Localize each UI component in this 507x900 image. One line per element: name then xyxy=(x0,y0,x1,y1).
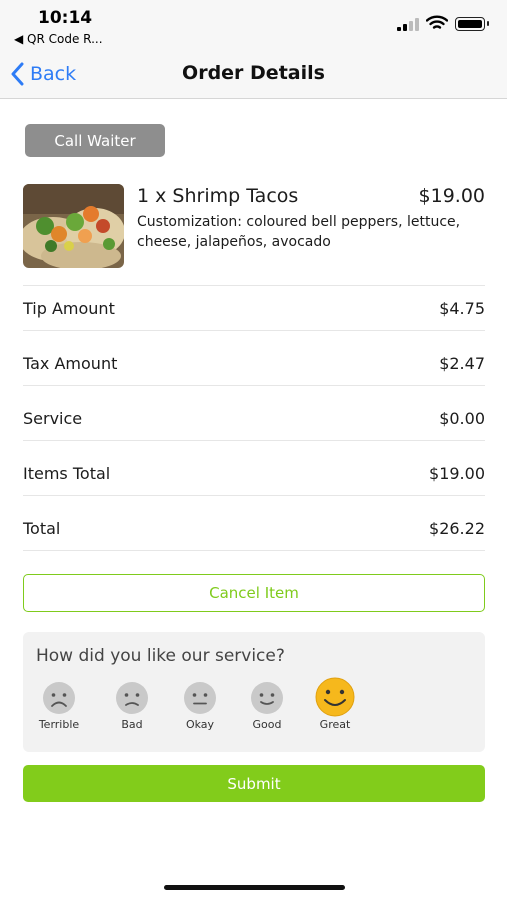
tip-amount-value: $4.75 xyxy=(439,299,485,318)
items-total-value: $19.00 xyxy=(429,464,485,483)
tax-amount-label: Tax Amount xyxy=(23,354,118,373)
total-value: $26.22 xyxy=(429,519,485,538)
good-face-icon xyxy=(251,682,283,714)
tax-amount-row: Tax Amount $2.47 xyxy=(23,330,485,386)
rating-terrible[interactable]: Terrible xyxy=(31,681,87,731)
item-price: $19.00 xyxy=(418,185,485,207)
cellular-signal-icon xyxy=(397,17,421,31)
service-value: $0.00 xyxy=(439,409,485,428)
call-waiter-button[interactable]: Call Waiter xyxy=(25,124,165,157)
cancel-item-button[interactable]: Cancel Item xyxy=(23,574,485,612)
feedback-question: How did you like our service? xyxy=(36,646,285,666)
okay-face-icon xyxy=(184,682,216,714)
rating-label: Bad xyxy=(121,718,143,731)
rating-label: Good xyxy=(252,718,282,731)
rating-great[interactable]: Great xyxy=(307,677,363,731)
page-title: Order Details xyxy=(182,62,325,84)
total-label: Total xyxy=(23,519,61,538)
total-row: Total $26.22 xyxy=(23,495,485,551)
nav-bar: Back Order Details xyxy=(0,52,507,99)
rating-label: Terrible xyxy=(38,718,80,731)
feedback-panel: How did you like our service? Terrible B… xyxy=(23,632,485,752)
great-face-icon xyxy=(315,677,355,717)
items-total-label: Items Total xyxy=(23,464,111,483)
rating-label: Great xyxy=(319,718,351,731)
battery-icon xyxy=(455,17,489,31)
tip-amount-label: Tip Amount xyxy=(23,299,115,318)
item-photo xyxy=(23,184,124,268)
terrible-face-icon xyxy=(43,682,75,714)
service-label: Service xyxy=(23,409,83,428)
rating-okay[interactable]: Okay xyxy=(172,681,228,731)
bad-face-icon xyxy=(116,682,148,714)
status-bar: 10:14 ◀ QR Code R... xyxy=(0,0,507,52)
item-name: 1 x Shrimp Tacos xyxy=(137,185,299,207)
summary-divider xyxy=(23,550,485,551)
submit-button[interactable]: Submit xyxy=(23,765,485,802)
rating-label: Okay xyxy=(185,718,215,731)
wifi-icon xyxy=(426,15,448,29)
status-time: 10:14 xyxy=(38,8,93,28)
items-total-row: Items Total $19.00 xyxy=(23,440,485,496)
rating-good[interactable]: Good xyxy=(239,681,295,731)
rating-bad[interactable]: Bad xyxy=(104,681,160,731)
home-indicator xyxy=(164,885,345,890)
back-to-app-link[interactable]: ◀ QR Code R... xyxy=(14,32,103,46)
item-customization: Customization: coloured bell peppers, le… xyxy=(137,214,461,250)
tax-amount-value: $2.47 xyxy=(439,354,485,373)
service-row: Service $0.00 xyxy=(23,385,485,441)
